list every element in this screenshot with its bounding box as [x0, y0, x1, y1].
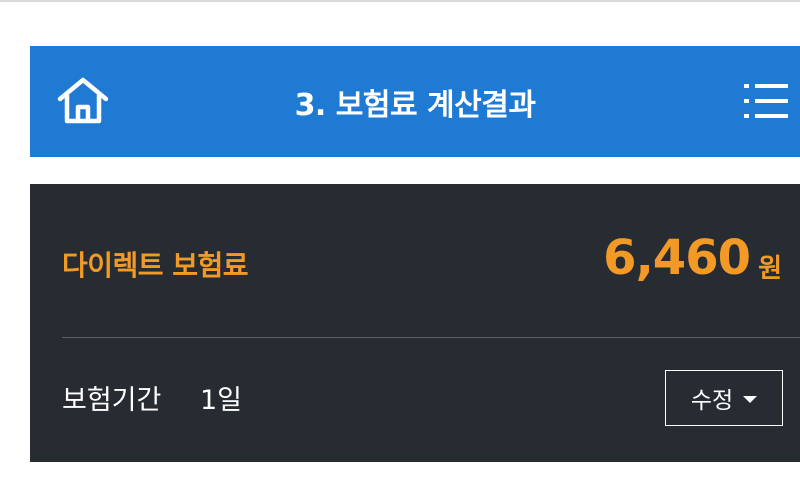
insurance-period-value: 1일 — [200, 385, 243, 416]
list-menu-icon — [744, 84, 788, 118]
insurance-period-label: 보험기간 — [62, 385, 162, 416]
header-bar: 3. 보험료 계산결과 — [30, 46, 800, 157]
top-divider — [0, 0, 800, 2]
premium-amount: 6,460 — [603, 230, 751, 286]
panel-divider — [62, 337, 800, 338]
edit-period-button[interactable]: 수정 — [665, 370, 783, 426]
premium-result-panel: 다이렉트 보험료 6,460 원 보험기간 1일 수정 — [30, 184, 800, 462]
page-title: 3. 보험료 계산결과 — [294, 87, 536, 123]
edit-button-label: 수정 — [690, 388, 734, 414]
menu-button[interactable] — [744, 78, 800, 124]
home-button[interactable] — [56, 76, 110, 126]
premium-label: 다이렉트 보험료 — [62, 249, 249, 282]
caret-down-icon — [743, 396, 758, 403]
home-icon — [57, 77, 109, 124]
premium-unit: 원 — [758, 254, 782, 284]
